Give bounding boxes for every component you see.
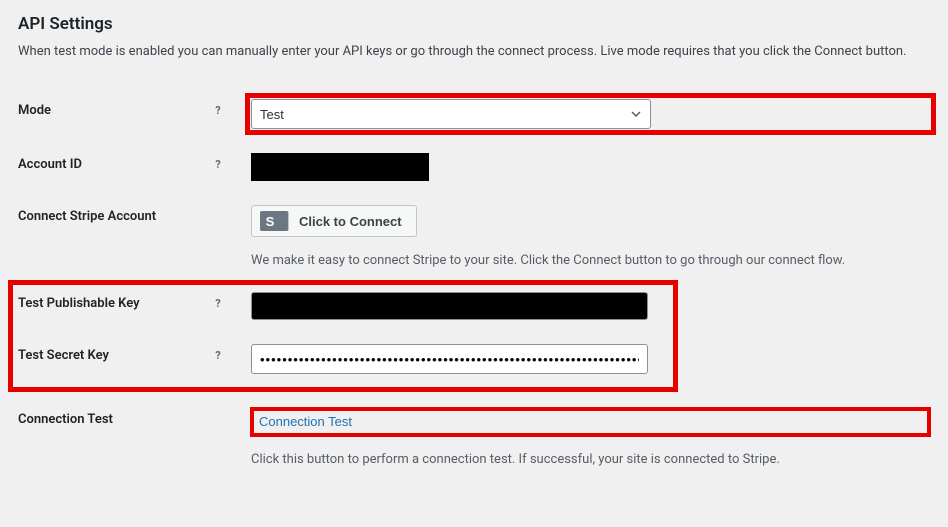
account-id-row: Account ID ? xyxy=(18,141,930,193)
test-publishable-key-row: Test Publishable Key ? xyxy=(18,280,930,332)
stripe-icon: S xyxy=(260,211,289,231)
help-icon[interactable]: ? xyxy=(211,158,225,172)
account-id-value-redacted xyxy=(251,153,429,181)
test-secret-key-row: Test Secret Key ? xyxy=(18,332,930,386)
account-id-label: Account ID xyxy=(18,157,211,172)
connect-stripe-button[interactable]: S Click to Connect xyxy=(251,205,417,237)
connect-stripe-row: Connect Stripe Account S Click to Connec… xyxy=(18,193,930,280)
test-secret-key-input[interactable] xyxy=(251,344,648,374)
test-publishable-key-label: Test Publishable Key xyxy=(18,296,211,311)
test-secret-key-label: Test Secret Key xyxy=(18,348,211,363)
mode-row: Mode ? Test xyxy=(18,87,930,141)
connection-test-description: Click this button to perform a connectio… xyxy=(251,452,930,467)
mode-label: Mode xyxy=(18,103,211,118)
help-icon[interactable]: ? xyxy=(211,349,225,363)
connect-stripe-description: We make it easy to connect Stripe to you… xyxy=(251,253,930,268)
connection-test-row: Connection Test Connection Test Click th… xyxy=(18,396,930,479)
mode-select[interactable]: Test xyxy=(251,99,651,129)
connection-test-button[interactable]: Connection Test xyxy=(259,414,352,429)
test-publishable-key-input-redacted[interactable] xyxy=(251,292,648,320)
help-icon[interactable]: ? xyxy=(211,104,225,118)
page-description: When test mode is enabled you can manual… xyxy=(18,44,930,59)
connect-stripe-button-label: Click to Connect xyxy=(299,214,402,229)
connect-stripe-label: Connect Stripe Account xyxy=(18,209,233,224)
connection-test-label: Connection Test xyxy=(18,412,233,427)
page-heading: API Settings xyxy=(18,14,930,34)
help-icon[interactable]: ? xyxy=(211,297,225,311)
highlight-annotation xyxy=(250,407,931,437)
